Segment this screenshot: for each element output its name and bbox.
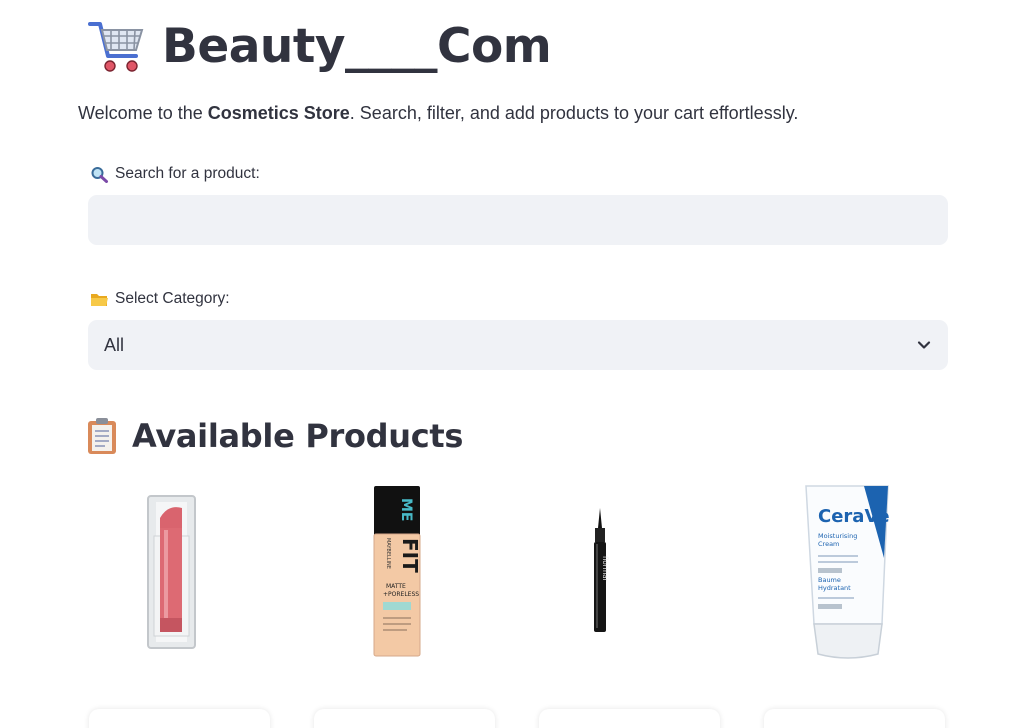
svg-text:ME: ME — [398, 498, 414, 522]
page: Beauty____Com Welcome to the Cosmetics S… — [0, 0, 1026, 728]
category-label-text: Select Category: — [115, 290, 230, 307]
product-card[interactable] — [314, 709, 495, 728]
magnifying-glass-icon — [91, 166, 108, 183]
search-label-text: Search for a product: — [115, 165, 260, 182]
store-name: Cosmetics Store — [207, 103, 350, 123]
product-card[interactable] — [539, 709, 720, 728]
products-section-header: Available Products — [86, 414, 463, 458]
moisturising-cream-image[interactable]: CeraVe Moisturising Cream Baume Hydratan… — [758, 478, 938, 668]
eyeliner-pen-image[interactable]: flormar — [510, 478, 690, 668]
page-title: Beauty____Com — [162, 18, 552, 74]
chevron-down-icon[interactable] — [916, 337, 932, 353]
app-header: Beauty____Com — [86, 14, 552, 78]
svg-text:flormar: flormar — [601, 556, 609, 582]
welcome-prefix: Welcome to the — [78, 103, 208, 123]
welcome-text: Welcome to the Cosmetics Store. Search, … — [78, 103, 798, 124]
category-select-value: All — [104, 334, 125, 355]
folder-icon — [91, 293, 108, 306]
svg-text:Hydratant: Hydratant — [818, 584, 851, 592]
products-section-title: Available Products — [132, 417, 464, 455]
category-select[interactable]: All — [88, 320, 948, 370]
svg-text:CeraVe: CeraVe — [818, 506, 890, 527]
svg-text:Cream: Cream — [818, 540, 839, 548]
svg-text:FIT: FIT — [398, 538, 422, 573]
welcome-suffix: . Search, filter, and add products to yo… — [349, 103, 799, 123]
lipstick-image[interactable] — [82, 478, 262, 668]
svg-text:MATTE: MATTE — [386, 583, 406, 590]
shopping-cart-icon — [88, 22, 144, 72]
foundation-bottle-image[interactable]: ME FIT MAYBELLINE MATTE +PORELESS — [307, 478, 487, 668]
search-input[interactable] — [88, 195, 948, 245]
product-card[interactable] — [764, 709, 945, 728]
clipboard-icon — [88, 418, 116, 454]
svg-text:Moisturising: Moisturising — [818, 532, 857, 540]
category-label: Select Category: — [90, 290, 230, 308]
product-card[interactable] — [89, 709, 270, 728]
svg-text:Baume: Baume — [818, 576, 841, 584]
search-label: Search for a product: — [90, 165, 260, 183]
svg-text:+PORELESS: +PORELESS — [383, 591, 419, 598]
svg-text:MAYBELLINE: MAYBELLINE — [385, 538, 391, 569]
